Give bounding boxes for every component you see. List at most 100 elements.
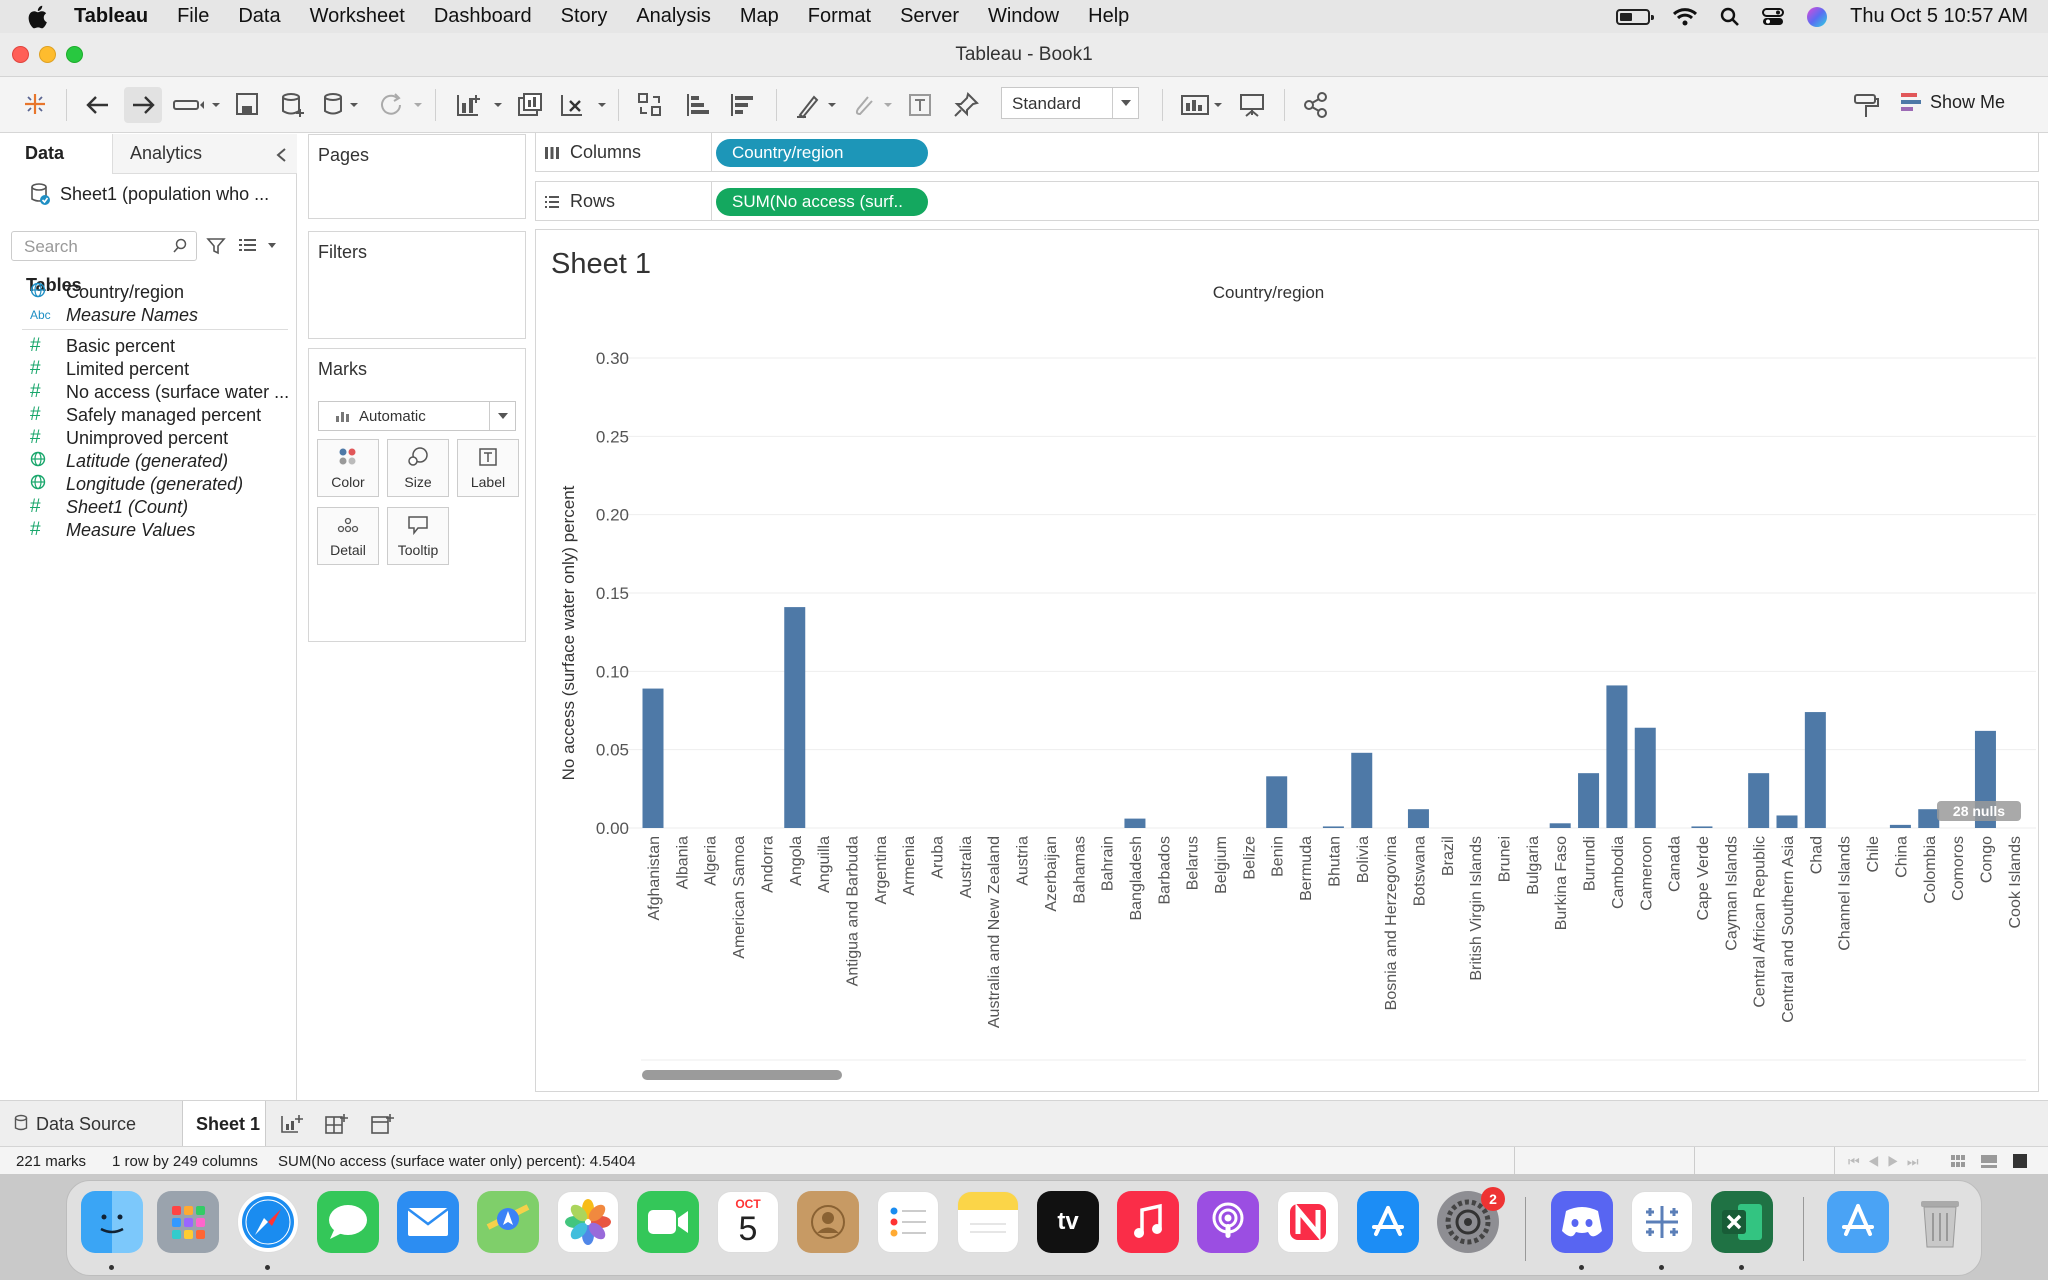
show-me-button[interactable]: Show Me xyxy=(1900,91,2005,113)
menu-analysis[interactable]: Analysis xyxy=(636,5,710,28)
marks-size-button[interactable]: Size xyxy=(387,439,449,497)
refresh-icon[interactable] xyxy=(378,91,426,119)
bar[interactable] xyxy=(1634,727,1656,828)
menu-app-name[interactable]: Tableau xyxy=(74,5,148,28)
menu-data[interactable]: Data xyxy=(238,5,280,28)
columns-pill[interactable]: Country/region xyxy=(716,139,928,167)
bar[interactable] xyxy=(1804,712,1826,828)
replay-animation-icon[interactable] xyxy=(172,91,220,119)
format-painter-icon[interactable] xyxy=(1852,91,1880,119)
show-tabs-icon[interactable] xyxy=(2012,1153,2028,1173)
photos-icon[interactable] xyxy=(557,1191,619,1253)
battery-icon[interactable] xyxy=(1616,8,1655,25)
rows-shelf[interactable]: Rows SUM(No access (surf.. xyxy=(535,181,2039,221)
save-icon[interactable] xyxy=(234,91,260,119)
bar[interactable] xyxy=(1748,773,1770,828)
music-icon[interactable] xyxy=(1117,1191,1179,1253)
launchpad-icon[interactable] xyxy=(157,1191,219,1253)
bar[interactable] xyxy=(1124,818,1146,828)
marks-label-button[interactable]: Label xyxy=(457,439,519,497)
horizontal-scrollbar[interactable] xyxy=(642,1070,842,1080)
highlight-icon[interactable] xyxy=(794,91,840,119)
tab-data[interactable]: Data xyxy=(0,134,112,174)
tableau-app-icon[interactable] xyxy=(1631,1191,1693,1253)
excel-icon[interactable] xyxy=(1711,1191,1773,1253)
marks-tooltip-button[interactable]: Tooltip xyxy=(387,507,449,565)
fix-axes-pin-icon[interactable] xyxy=(952,91,980,119)
bar[interactable] xyxy=(1351,752,1373,828)
field-search-input[interactable]: Search xyxy=(11,231,197,261)
messages-icon[interactable] xyxy=(317,1191,379,1253)
bar[interactable] xyxy=(1606,685,1628,828)
wifi-icon[interactable] xyxy=(1672,7,1698,27)
bar[interactable] xyxy=(1776,815,1798,828)
new-data-source-icon[interactable] xyxy=(280,91,306,119)
presentation-mode-icon[interactable] xyxy=(1238,91,1266,119)
reminders-icon[interactable] xyxy=(877,1191,939,1253)
tab-sheet-1[interactable]: Sheet 1 xyxy=(182,1101,266,1147)
app-store-icon[interactable] xyxy=(1357,1191,1419,1253)
sort-descending-icon[interactable] xyxy=(728,91,756,119)
bar[interactable] xyxy=(642,688,664,828)
apple-tv-icon[interactable]: tv xyxy=(1037,1191,1099,1253)
rows-pill[interactable]: SUM(No access (surf.. xyxy=(716,188,928,216)
filters-card[interactable]: Filters xyxy=(308,231,526,339)
podcasts-icon[interactable] xyxy=(1197,1191,1259,1253)
menu-map[interactable]: Map xyxy=(740,5,779,28)
control-center-icon[interactable] xyxy=(1762,7,1785,27)
bar[interactable] xyxy=(1691,826,1713,828)
discord-icon[interactable] xyxy=(1551,1191,1613,1253)
sheet-navigation-arrows[interactable]: ⏮◀▶⏭ xyxy=(1848,1154,1927,1170)
spotlight-search-icon[interactable] xyxy=(1720,7,1740,27)
new-worksheet-tab-icon[interactable] xyxy=(280,1113,304,1140)
view-options-icon[interactable] xyxy=(238,237,278,260)
bar[interactable] xyxy=(784,607,806,828)
apple-logo-icon[interactable] xyxy=(26,4,52,30)
datasource-item[interactable]: Sheet1 (population who ... xyxy=(30,182,269,206)
collapse-pane-icon[interactable] xyxy=(275,146,287,169)
menubar-clock[interactable]: Thu Oct 5 10:57 AM xyxy=(1850,5,2028,28)
group-members-icon[interactable] xyxy=(850,91,896,119)
tab-analytics[interactable]: Analytics xyxy=(112,134,297,174)
menu-dashboard[interactable]: Dashboard xyxy=(434,5,532,28)
show-cards-icon[interactable] xyxy=(1180,91,1226,119)
clear-sheet-icon[interactable] xyxy=(558,91,608,119)
safari-icon[interactable] xyxy=(237,1191,299,1253)
show-filmstrip-icon[interactable] xyxy=(1980,1153,1998,1173)
menu-window[interactable]: Window xyxy=(988,5,1059,28)
columns-shelf[interactable]: Columns Country/region xyxy=(535,132,2039,172)
bar[interactable] xyxy=(1918,809,1940,828)
news-icon[interactable] xyxy=(1277,1191,1339,1253)
show-sheet-sorter-icon[interactable] xyxy=(1950,1153,1966,1173)
redo-arrow-icon[interactable] xyxy=(124,87,162,123)
pause-auto-updates-icon[interactable] xyxy=(322,91,366,119)
mark-type-select[interactable]: Automatic xyxy=(318,401,516,431)
menu-file[interactable]: File xyxy=(177,5,209,28)
show-mark-labels-icon[interactable] xyxy=(906,91,934,119)
menu-server[interactable]: Server xyxy=(900,5,959,28)
field-item[interactable]: Abc Measure Names xyxy=(0,300,296,330)
finder-icon[interactable] xyxy=(81,1191,143,1253)
menu-help[interactable]: Help xyxy=(1088,5,1129,28)
tab-data-source[interactable]: Data Source xyxy=(0,1101,180,1147)
new-dashboard-tab-icon[interactable] xyxy=(324,1113,348,1140)
notes-icon[interactable] xyxy=(957,1191,1019,1253)
new-story-tab-icon[interactable] xyxy=(370,1113,394,1140)
share-icon[interactable] xyxy=(1302,91,1330,119)
menu-format[interactable]: Format xyxy=(808,5,871,28)
menu-story[interactable]: Story xyxy=(561,5,608,28)
pages-card[interactable]: Pages xyxy=(308,134,526,219)
marks-detail-button[interactable]: Detail xyxy=(317,507,379,565)
downloads-folder-icon[interactable] xyxy=(1827,1191,1889,1253)
duplicate-sheet-icon[interactable] xyxy=(516,91,544,119)
trash-icon[interactable] xyxy=(1909,1191,1971,1253)
field-item[interactable]: # Measure Values xyxy=(0,515,296,545)
menu-worksheet[interactable]: Worksheet xyxy=(310,5,405,28)
contacts-icon[interactable] xyxy=(797,1191,859,1253)
bar[interactable] xyxy=(1322,826,1344,828)
facetime-icon[interactable] xyxy=(637,1191,699,1253)
sort-ascending-icon[interactable] xyxy=(684,91,712,119)
marks-color-button[interactable]: Color xyxy=(317,439,379,497)
calendar-icon[interactable]: OCT 5 xyxy=(717,1191,779,1253)
bar[interactable] xyxy=(1266,776,1288,828)
